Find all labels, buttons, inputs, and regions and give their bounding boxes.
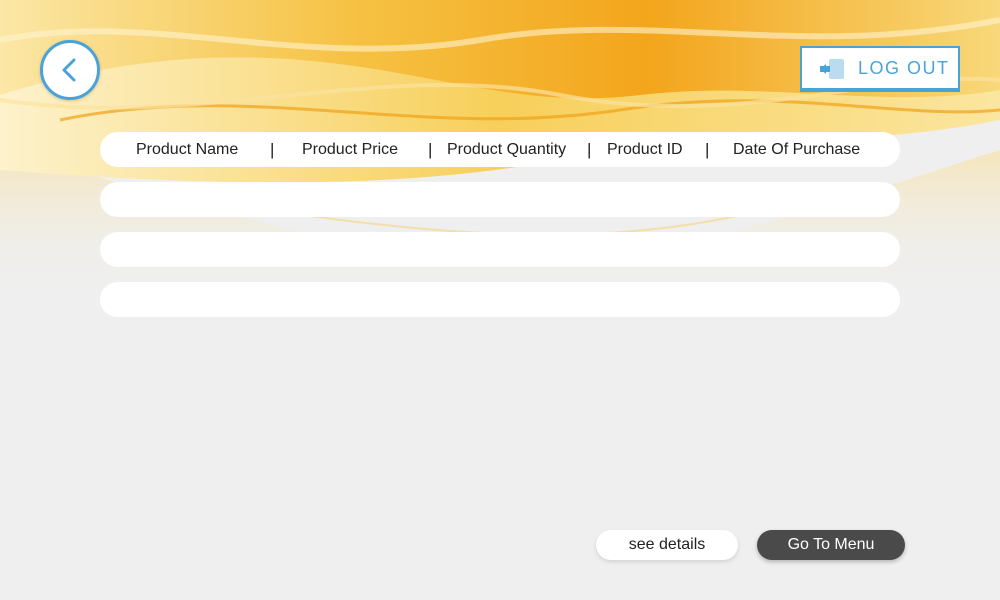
logout-label: LOG OUT <box>858 58 950 78</box>
door-exit-icon <box>818 57 848 86</box>
logout-button[interactable]: LOG OUT <box>800 46 960 92</box>
go-to-menu-button[interactable]: Go To Menu <box>757 530 905 560</box>
column-separator: | <box>587 140 592 159</box>
column-separator: | <box>270 140 275 159</box>
table-row[interactable] <box>100 182 900 217</box>
column-header-date-of-purchase: Date Of Purchase <box>733 141 861 158</box>
column-header-product-price: Product Price <box>302 141 399 158</box>
column-header-product-name: Product Name <box>136 141 239 158</box>
column-header-product-quantity: Product Quantity <box>447 141 567 158</box>
chevron-left-icon <box>62 58 76 82</box>
table-header: Product Name | Product Price | Product Q… <box>100 132 900 167</box>
see-details-button[interactable]: see details <box>596 530 738 560</box>
table-row[interactable] <box>100 282 900 317</box>
column-separator: | <box>428 140 433 159</box>
column-header-product-id: Product ID <box>607 141 683 158</box>
column-separator: | <box>705 140 710 159</box>
back-button[interactable] <box>40 40 100 100</box>
table-row[interactable] <box>100 232 900 267</box>
